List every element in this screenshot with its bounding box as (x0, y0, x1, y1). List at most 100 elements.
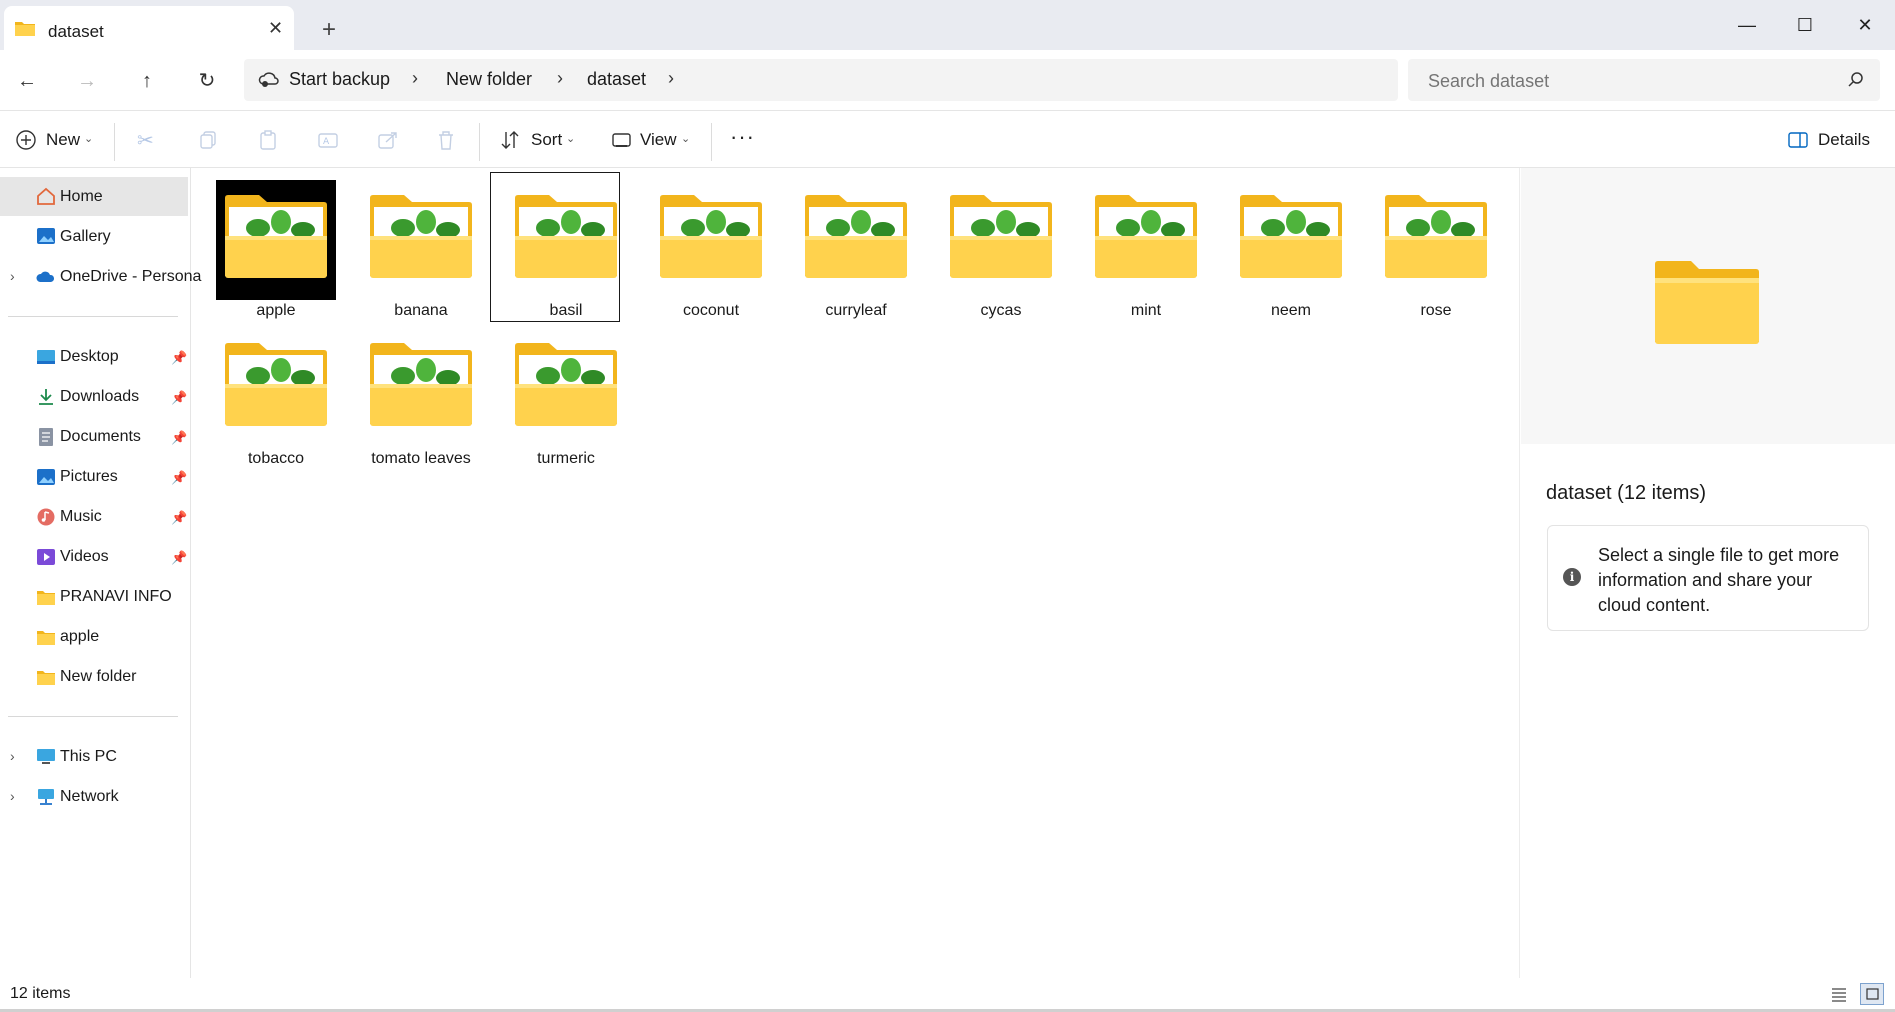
search-icon[interactable] (1848, 71, 1864, 87)
svg-text:A: A (323, 137, 330, 147)
sidebar-item-onedrive[interactable]: OneDrive - Persona (60, 268, 201, 286)
sidebar-item-desktop[interactable]: Desktop (60, 348, 119, 366)
tab-title: dataset (48, 22, 104, 41)
folder-label: cycas (980, 302, 1022, 319)
sidebar-item-downloads[interactable]: Downloads (60, 388, 139, 406)
sort-button[interactable]: Sort (531, 130, 562, 150)
large-folder-icon (1655, 261, 1759, 344)
folder-icon (1240, 195, 1342, 278)
item-count: 12 items (10, 985, 71, 1002)
paste-icon[interactable] (256, 128, 280, 152)
folder-icon (370, 195, 472, 278)
sidebar-item-music[interactable]: Music (60, 508, 102, 526)
network-icon (38, 789, 54, 805)
chevron-right-icon[interactable]: › (668, 68, 674, 89)
folder-label: rose (1420, 302, 1452, 319)
navigation-pane (0, 168, 191, 978)
chevron-right-icon[interactable]: › (557, 68, 563, 89)
command-bar (0, 111, 1895, 168)
search-input[interactable] (1426, 68, 1830, 94)
sidebar-item-pictures[interactable]: Pictures (60, 468, 118, 486)
separator (114, 123, 115, 161)
folder-label: basil (549, 302, 583, 319)
more-options-icon[interactable]: ··· (730, 124, 755, 150)
chevron-right-icon[interactable]: › (10, 788, 15, 804)
tiles-view-icon (1866, 988, 1879, 1000)
minimize-icon[interactable]: — (1727, 10, 1767, 40)
pictures-icon (37, 469, 55, 485)
folder-label: turmeric (537, 450, 595, 467)
folder-icon (225, 343, 327, 426)
folder-label: apple (256, 302, 296, 319)
new-button[interactable]: New (46, 130, 80, 150)
gallery-icon (37, 228, 55, 244)
sidebar-item-network[interactable]: Network (60, 788, 119, 806)
folder-icon (805, 195, 907, 278)
sidebar-item-new-folder[interactable]: New folder (60, 668, 136, 686)
details-pane-icon[interactable] (1786, 128, 1810, 152)
sidebar-label-home[interactable]: Home (60, 188, 103, 206)
chevron-down-icon[interactable]: ⌄ (681, 132, 690, 145)
this-pc-icon (37, 749, 55, 764)
chevron-right-icon[interactable]: › (412, 68, 418, 89)
folder-label: neem (1270, 302, 1312, 319)
pin-icon[interactable]: 📌 (171, 430, 187, 446)
download-icon (39, 389, 53, 405)
sidebar-item-documents[interactable]: Documents (60, 428, 141, 446)
pin-icon[interactable]: 📌 (171, 510, 187, 526)
breadcrumb-dataset[interactable]: dataset (587, 69, 646, 90)
up-icon[interactable]: ↑ (134, 68, 160, 94)
folder-label: mint (1130, 302, 1162, 319)
pin-icon[interactable]: 📌 (171, 350, 187, 366)
cut-icon[interactable]: ✂ (137, 128, 154, 153)
sidebar-item-apple[interactable]: apple (60, 628, 99, 646)
breadcrumb-new-folder[interactable]: New folder (446, 69, 532, 90)
copy-icon[interactable] (196, 128, 220, 152)
view-icon[interactable] (610, 128, 634, 152)
sidebar-item-pranavi-info[interactable]: PRANAVI INFO (60, 588, 172, 606)
new-tab-button[interactable]: + (322, 16, 336, 44)
close-window-icon[interactable]: ✕ (1845, 10, 1885, 40)
folder-icon (660, 195, 762, 278)
details-button[interactable]: Details (1818, 130, 1870, 150)
folder-label: tomato leaves (371, 450, 471, 467)
details-view-icon[interactable] (1830, 986, 1848, 1002)
desktop-icon (37, 350, 55, 364)
sidebar-item-this-pc[interactable]: This PC (60, 748, 117, 766)
folder-label: tobacco (247, 450, 305, 467)
sidebar-item-videos[interactable]: Videos (60, 548, 109, 566)
back-icon[interactable]: ← (14, 68, 40, 94)
refresh-icon[interactable]: ↻ (194, 68, 220, 94)
chevron-right-icon[interactable]: › (10, 748, 15, 764)
folder-label: coconut (682, 302, 740, 319)
sidebar-item-gallery[interactable]: Gallery (60, 228, 111, 246)
folder-icon (515, 195, 617, 278)
cloud-backup-icon (258, 72, 279, 87)
pin-icon[interactable]: 📌 (171, 470, 187, 486)
maximize-icon[interactable]: ☐ (1785, 10, 1825, 40)
pin-icon[interactable]: 📌 (171, 550, 187, 566)
chevron-down-icon[interactable]: ⌄ (566, 132, 575, 145)
new-icon[interactable] (14, 128, 38, 152)
divider (8, 716, 178, 717)
breadcrumb-start-backup[interactable]: Start backup (289, 69, 390, 90)
folder-icon (225, 195, 327, 278)
folder-icon (950, 195, 1052, 278)
separator (711, 123, 712, 161)
chevron-down-icon[interactable]: ⌄ (84, 132, 93, 145)
home-icon (37, 187, 55, 205)
folder-icon (1095, 195, 1197, 278)
folder-icon (1385, 195, 1487, 278)
sort-icon[interactable] (499, 128, 523, 152)
info-message: Select a single file to get more informa… (1598, 545, 1840, 615)
view-button[interactable]: View (640, 130, 677, 150)
close-tab-icon[interactable]: ✕ (268, 18, 283, 39)
separator (479, 123, 480, 161)
chevron-right-icon[interactable]: › (10, 268, 15, 284)
pin-icon[interactable]: 📌 (171, 390, 187, 406)
forward-icon[interactable]: → (74, 68, 100, 94)
rename-icon[interactable]: A (316, 128, 340, 152)
share-icon[interactable] (376, 128, 400, 152)
info-icon: i (1563, 568, 1581, 586)
delete-icon[interactable] (434, 128, 458, 152)
